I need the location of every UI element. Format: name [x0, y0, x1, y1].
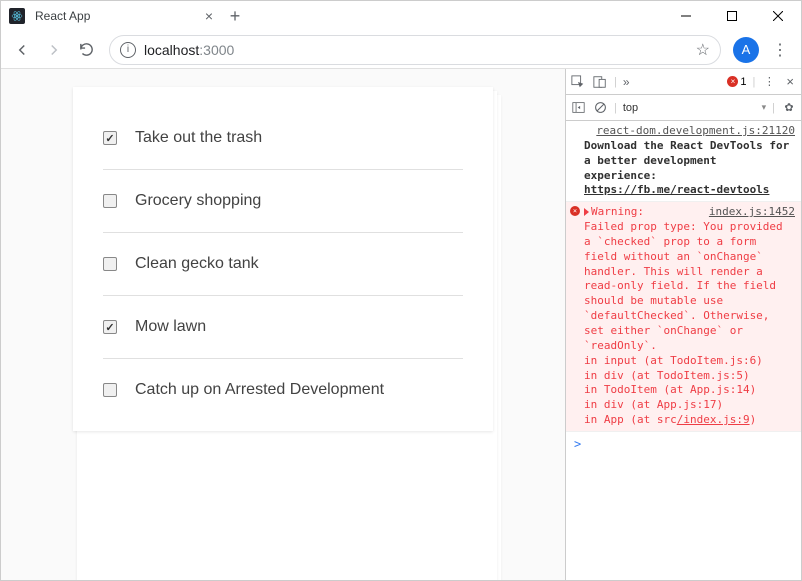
- devtools-link[interactable]: https://fb.me/react-devtools: [584, 183, 769, 196]
- console-log-info: react-dom.development.js:21120 Download …: [566, 121, 801, 202]
- warning-body: Failed prop type: You provided a `checke…: [584, 220, 795, 354]
- bookmark-star-icon[interactable]: ☆: [696, 40, 710, 60]
- todo-label: Mow lawn: [135, 318, 206, 336]
- devtools-close-icon[interactable]: ×: [783, 74, 797, 89]
- site-info-icon[interactable]: i: [120, 42, 136, 58]
- close-window-button[interactable]: [755, 1, 801, 31]
- devtools-tabbar: | » × 1 | ⋮ ×: [566, 69, 801, 95]
- error-count: 1: [740, 76, 746, 88]
- maximize-button[interactable]: [709, 1, 755, 31]
- execution-context[interactable]: top: [623, 102, 756, 114]
- devtools-panel: | » × 1 | ⋮ × | top ▾ | ✿ react-dom.deve…: [565, 69, 801, 580]
- forward-button[interactable]: [39, 35, 69, 65]
- profile-avatar[interactable]: A: [733, 37, 759, 63]
- todo-label: Catch up on Arrested Development: [135, 381, 384, 399]
- stack-line: in TodoItem (at App.js:14): [584, 383, 795, 398]
- new-tab-button[interactable]: +: [221, 2, 249, 30]
- todo-label: Clean gecko tank: [135, 255, 259, 273]
- warning-source-link[interactable]: index.js:1452: [709, 205, 795, 220]
- todo-checkbox[interactable]: [103, 383, 117, 397]
- todo-checkbox[interactable]: [103, 257, 117, 271]
- back-button[interactable]: [7, 35, 37, 65]
- inspect-element-icon[interactable]: [570, 74, 586, 90]
- error-circle-icon: ×: [727, 76, 738, 87]
- todo-label: Take out the trash: [135, 129, 262, 147]
- stack-line: in div (at TodoItem.js:5): [584, 369, 795, 384]
- todo-item: Grocery shopping: [103, 170, 463, 233]
- more-tabs-icon[interactable]: »: [623, 75, 630, 89]
- content-area: Take out the trash Grocery shopping Clean …: [1, 69, 801, 580]
- clear-console-icon[interactable]: [592, 100, 608, 116]
- stack-line: in App (at src/index.js:9): [584, 413, 795, 428]
- source-link[interactable]: react-dom.development.js:21120: [584, 124, 795, 139]
- todo-card-stack: Take out the trash Grocery shopping Clean …: [73, 87, 493, 580]
- address-bar[interactable]: i localhost:3000 ☆: [109, 35, 721, 65]
- page-viewport: Take out the trash Grocery shopping Clean …: [1, 69, 565, 580]
- react-favicon: [9, 8, 25, 24]
- todo-item: Catch up on Arrested Development: [103, 359, 463, 421]
- tab-title: React App: [33, 9, 201, 23]
- window-titlebar: React App × +: [1, 1, 801, 31]
- browser-menu-icon[interactable]: ⋮: [765, 35, 795, 65]
- todo-item: Clean gecko tank: [103, 233, 463, 296]
- todo-label: Grocery shopping: [135, 192, 261, 210]
- browser-tab[interactable]: React App ×: [1, 1, 221, 31]
- todo-checkbox[interactable]: [103, 131, 117, 145]
- todo-item: Take out the trash: [103, 107, 463, 170]
- minimize-button[interactable]: [663, 1, 709, 31]
- close-tab-icon[interactable]: ×: [201, 8, 217, 24]
- device-toggle-icon[interactable]: [592, 74, 608, 90]
- window-controls: [663, 1, 801, 31]
- browser-toolbar: i localhost:3000 ☆ A ⋮: [1, 31, 801, 69]
- console-prompt[interactable]: >: [566, 432, 801, 456]
- console-warning: × index.js:1452 Warning: Failed prop typ…: [566, 202, 801, 432]
- stack-line: in input (at TodoItem.js:6): [584, 354, 795, 369]
- console-toolbar: | top ▾ | ✿: [566, 95, 801, 121]
- url-text: localhost:3000: [144, 42, 234, 58]
- console-settings-icon[interactable]: ✿: [781, 100, 797, 116]
- stack-line: in div (at App.js:17): [584, 398, 795, 413]
- todo-item: Mow lawn: [103, 296, 463, 359]
- context-chevron-icon[interactable]: ▾: [762, 102, 767, 113]
- reload-button[interactable]: [71, 35, 101, 65]
- todo-checkbox[interactable]: [103, 194, 117, 208]
- devtools-menu-icon[interactable]: ⋮: [761, 74, 777, 90]
- todo-checkbox[interactable]: [103, 320, 117, 334]
- console-output[interactable]: react-dom.development.js:21120 Download …: [566, 121, 801, 580]
- expand-triangle-icon[interactable]: [584, 208, 589, 216]
- todo-card: Take out the trash Grocery shopping Clean …: [73, 87, 493, 431]
- error-icon: ×: [570, 206, 580, 216]
- error-badge[interactable]: × 1: [727, 76, 746, 88]
- console-sidebar-icon[interactable]: [570, 100, 586, 116]
